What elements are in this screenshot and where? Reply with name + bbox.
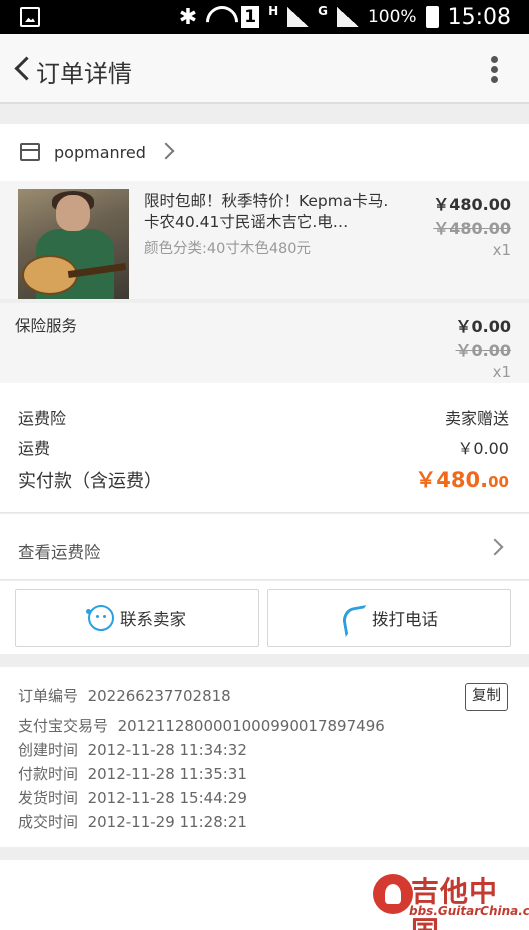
phone-icon (340, 605, 366, 631)
freight-insurance-value: 卖家赠送 (444, 409, 509, 428)
paid-time: 2012-11-28 11:35:31 (87, 765, 247, 783)
alipay-number: 2012112800001000990017897496 (117, 717, 385, 735)
item-price: ￥480.00 (433, 195, 511, 214)
insurance-price: ￥0.00 (455, 317, 511, 336)
freight-value: ￥0.00 (457, 439, 509, 458)
network-type-h: H (268, 4, 279, 18)
shop-icon (20, 143, 40, 161)
item-sku: 颜色分类:40寸木色480元 (144, 241, 312, 257)
back-arrow-icon[interactable] (12, 56, 34, 82)
shipped-time-line: 发货时间 2012-11-28 15:44:29 (18, 789, 247, 807)
gallery-notification-icon (20, 7, 40, 27)
chevron-right-icon (157, 142, 175, 160)
shop-name: popmanred (54, 143, 146, 162)
view-freight-insurance-link[interactable]: 查看运费险 (0, 514, 529, 580)
action-buttons: 联系卖家 拨打电话 (0, 581, 529, 654)
contact-seller-label: 联系卖家 (120, 610, 186, 629)
alipay-number-line: 支付宝交易号 2012112800001000990017897496 (18, 717, 385, 735)
status-bar: ✱ 1 H G 100% 15:08 (0, 0, 529, 34)
header-bar: 订单详情 (0, 34, 529, 104)
order-info: 订单编号 202266237702818 复制 支付宝交易号 201211280… (0, 667, 529, 847)
order-number-line: 订单编号 202266237702818 (18, 687, 231, 705)
item-title: 限时包邮！秋季特价！Kepma卡马.卡农40.41寸民谣木吉它.电… (144, 192, 389, 231)
insurance-quantity: x1 (492, 363, 511, 381)
watermark-text: 吉他中国 (411, 875, 499, 930)
contact-seller-button[interactable]: 联系卖家 (15, 589, 259, 647)
insurance-label: 保险服务 (15, 317, 78, 335)
signal-icon-2 (336, 7, 359, 27)
shop-row[interactable]: popmanred (0, 124, 529, 181)
guitarchina-logo-icon (373, 874, 413, 914)
call-phone-label: 拨打电话 (372, 610, 438, 629)
created-time: 2012-11-28 11:34:32 (87, 741, 247, 759)
closed-time-line: 成交时间 2012-11-29 11:28:21 (18, 813, 247, 831)
closed-time: 2012-11-29 11:28:21 (87, 813, 247, 831)
battery-percent: 100% (367, 7, 417, 27)
sim-indicator: 1 (241, 6, 260, 28)
bottom-area: 吉他中国 bbs.GuitarChina.com (0, 860, 529, 930)
freight-insurance-label: 运费险 (18, 409, 67, 428)
more-menu-icon[interactable] (491, 56, 499, 84)
paid-total-label: 实付款（含运费） (18, 471, 162, 492)
clock: 15:08 (447, 4, 511, 30)
insurance-original-price: ￥0.00 (455, 341, 511, 360)
shipped-time: 2012-11-28 15:44:29 (87, 789, 247, 807)
page-title: 订单详情 (36, 60, 132, 88)
freight-label: 运费 (18, 439, 51, 458)
watermark-url: bbs.GuitarChina.com (409, 904, 529, 918)
watermark-logo: 吉他中国 bbs.GuitarChina.com (373, 868, 529, 930)
bluetooth-icon: ✱ (178, 4, 198, 30)
copy-button[interactable]: 复制 (465, 683, 508, 711)
paid-total-value: ￥480.00 (415, 468, 509, 492)
product-thumbnail (18, 189, 129, 299)
signal-icon (287, 7, 310, 27)
battery-icon (425, 6, 439, 28)
item-quantity: x1 (492, 241, 511, 259)
chevron-right-icon (486, 538, 504, 556)
call-phone-button[interactable]: 拨打电话 (267, 589, 511, 647)
wifi-icon (206, 6, 232, 28)
order-item[interactable]: 限时包邮！秋季特价！Kepma卡马.卡农40.41寸民谣木吉它.电… 颜色分类:… (0, 181, 529, 299)
insurance-row: 保险服务 ￥0.00 ￥0.00 x1 (0, 303, 529, 383)
view-freight-insurance-label: 查看运费险 (18, 543, 101, 562)
status-icons: ✱ 1 H G 100% 15:08 (179, 4, 511, 30)
created-time-line: 创建时间 2012-11-28 11:34:32 (18, 741, 247, 759)
order-number: 202266237702818 (87, 687, 231, 705)
payment-summary: 运费险 卖家赠送 运费 ￥0.00 实付款（含运费） ￥480.00 (0, 383, 529, 513)
network-type-g: G (318, 4, 328, 18)
item-original-price: ￥480.00 (433, 219, 511, 238)
chat-icon (86, 605, 114, 631)
paid-time-line: 付款时间 2012-11-28 11:35:31 (18, 765, 247, 783)
